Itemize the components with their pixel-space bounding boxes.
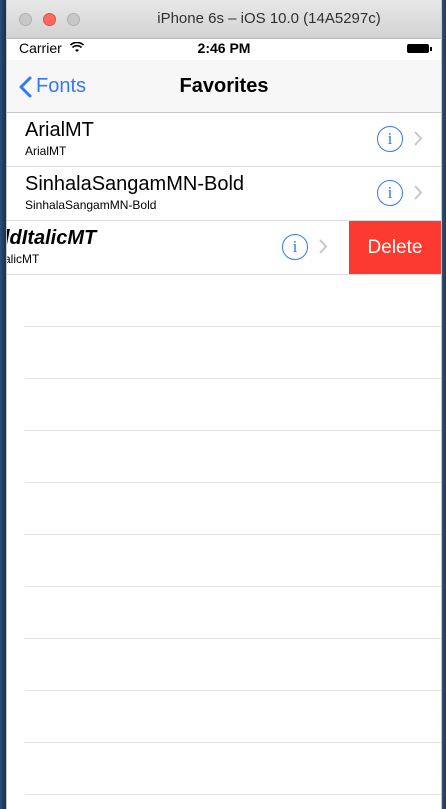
chevron-left-icon [19, 76, 32, 98]
favorites-table: ArialMT ArialMT i SinhalaSangamMN-Bold S… [7, 113, 441, 795]
close-window-button[interactable] [19, 13, 32, 26]
empty-row [25, 587, 441, 639]
info-icon[interactable]: i [377, 180, 403, 206]
table-row[interactable]: SinhalaSangamMN-Bold SinhalaSangamMN-Bol… [7, 167, 441, 221]
font-subtitle: ArialMT [25, 144, 67, 158]
info-icon[interactable]: i [282, 234, 308, 260]
font-name: ldItalicMT [7, 227, 97, 249]
status-bar: Carrier 2:46 PM [7, 38, 441, 60]
empty-row [25, 275, 441, 327]
chevron-right-icon [413, 130, 423, 152]
table-row[interactable]: ArialMT ArialMT i [7, 113, 441, 167]
empty-row [25, 639, 441, 691]
window-title: iPhone 6s – iOS 10.0 (14A5297c) [157, 10, 381, 27]
empty-row [25, 379, 441, 431]
font-subtitle: alicMT [7, 252, 40, 266]
chevron-right-icon [413, 184, 423, 206]
font-subtitle: SinhalaSangamMN-Bold [25, 198, 157, 212]
empty-row [25, 743, 441, 795]
font-name: SinhalaSangamMN-Bold [25, 173, 245, 195]
back-button[interactable]: Fonts [19, 60, 86, 112]
window-titlebar: iPhone 6s – iOS 10.0 (14A5297c) [7, 0, 441, 39]
font-name: ArialMT [25, 119, 94, 141]
row-content: SinhalaSangamMN-Bold SinhalaSangamMN-Bol… [7, 167, 441, 220]
chevron-right-icon [318, 238, 328, 260]
navigation-bar: Fonts Favorites [7, 60, 441, 113]
row-content: ArialMT ArialMT i [7, 113, 441, 166]
empty-row [25, 691, 441, 743]
minimize-window-button[interactable] [43, 13, 56, 26]
empty-row [25, 483, 441, 535]
info-icon[interactable]: i [377, 126, 403, 152]
empty-row [25, 327, 441, 379]
zoom-window-button[interactable] [67, 13, 80, 26]
back-label: Fonts [36, 75, 87, 97]
table-row-swiped[interactable]: ldItalicMT alicMT i Delete [7, 221, 441, 275]
battery-icon [407, 44, 432, 53]
status-time: 2:46 PM [197, 40, 251, 56]
delete-button[interactable]: Delete [349, 221, 441, 274]
empty-row [25, 535, 441, 587]
empty-row [25, 431, 441, 483]
simulator-window: iPhone 6s – iOS 10.0 (14A5297c) Carrier … [6, 0, 442, 809]
